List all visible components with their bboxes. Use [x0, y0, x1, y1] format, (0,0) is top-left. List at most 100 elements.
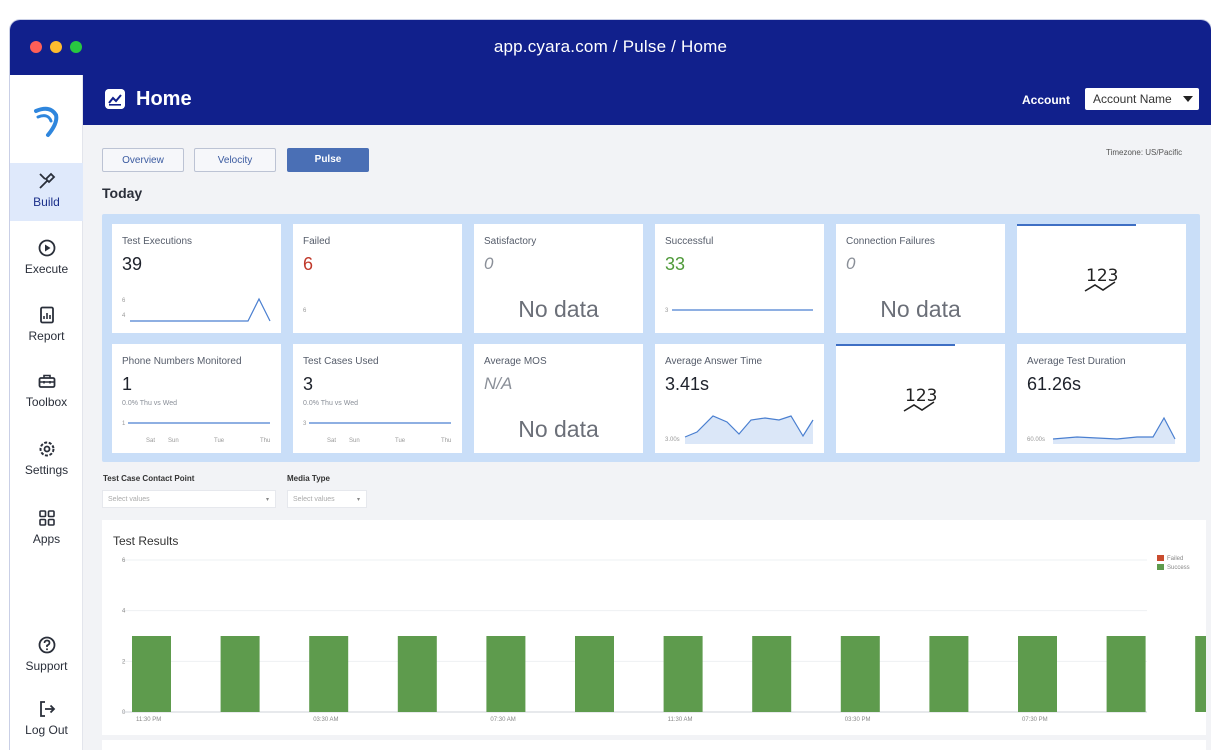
account-select-value: Account Name: [1093, 92, 1172, 106]
bar-success[interactable]: [575, 636, 614, 712]
chart-title: Test Results: [113, 534, 179, 548]
tab-overview[interactable]: Overview: [102, 148, 184, 172]
sparkline-axis-label: 3: [665, 308, 669, 314]
sidebar-item-report[interactable]: Report: [10, 297, 83, 355]
bar-success[interactable]: [752, 636, 792, 712]
card-average-test-duration[interactable]: Average Test Duration 61.26s 60.00s: [1017, 344, 1186, 453]
sidebar-item-execute[interactable]: Execute: [10, 230, 83, 288]
card-connection-failures[interactable]: Connection Failures 0 No data: [836, 224, 1005, 333]
number-chart-icon: 123: [1084, 266, 1118, 292]
filter-label: Media Type: [287, 474, 330, 483]
select-placeholder: Select values: [108, 496, 150, 503]
chevron-down-icon: [1183, 96, 1193, 102]
card-test-executions[interactable]: Test Executions 39 6 4: [112, 224, 281, 333]
bar-success[interactable]: [929, 636, 969, 712]
browser-window: app.cyara.com / Pulse / Home Build Execu…: [10, 20, 1211, 750]
sidebar-item-logout[interactable]: Log Out: [10, 691, 83, 749]
contact-point-select[interactable]: Select values ▾: [102, 490, 276, 508]
chevron-down-icon: ▾: [265, 497, 269, 503]
area-sparkline: 3.00s: [665, 415, 814, 444]
card-successful[interactable]: Successful 33 3: [655, 224, 824, 333]
card-placeholder[interactable]: 123: [836, 344, 1005, 453]
legend-label: Success: [1167, 565, 1190, 571]
sparkline: 1 Sat Sun Tue Thu: [122, 421, 270, 444]
y-tick-label: 4: [122, 609, 126, 615]
card-test-cases-used[interactable]: Test Cases Used 3 0.0% Thu vs Wed 3 Sat …: [293, 344, 462, 453]
x-tick-label: 11:30 AM: [668, 717, 693, 723]
logout-icon: [39, 701, 55, 717]
sparkline-axis-label: 1: [122, 421, 126, 427]
bar-chart-svg: 6 4 2 0 11:30 PM 03:30 AM 07:30 AM 11:30 AM 03:3…: [122, 555, 1211, 723]
select-placeholder: Select values: [293, 496, 335, 503]
card-average-answer-time[interactable]: Average Answer Time 3.41s 3.00s: [655, 344, 824, 453]
sparkline-axis-label: 60.00s: [1027, 437, 1045, 443]
card-phone-numbers[interactable]: Phone Numbers Monitored 1 0.0% Thu vs We…: [112, 344, 281, 453]
sparkline-axis-label: 4: [122, 313, 126, 319]
sidebar-item-build[interactable]: Build: [10, 163, 83, 221]
card-placeholder[interactable]: 123: [1017, 224, 1186, 333]
sparkline-day-label: Sat: [146, 438, 155, 444]
apps-grid-icon: [38, 510, 55, 526]
no-data-text: No data: [518, 296, 599, 322]
report-icon: [39, 306, 54, 324]
bar-success[interactable]: [1195, 636, 1211, 712]
sidebar-item-label: Toolbox: [25, 395, 68, 409]
bar-success[interactable]: [663, 636, 703, 712]
bar-success[interactable]: [1018, 636, 1057, 712]
card-label: Average MOS: [484, 356, 547, 367]
next-section-strip: [102, 740, 1206, 750]
bar-success[interactable]: [840, 636, 880, 712]
test-results-chart: Test Results 6 4 2 0 11:30 PM 03:30 AM 07:30 A…: [102, 520, 1211, 735]
bar-success[interactable]: [397, 636, 437, 712]
media-type-select[interactable]: Select values ▾: [287, 490, 367, 508]
sidebar-item-label: Build: [33, 195, 60, 209]
sidebar-item-support[interactable]: Support: [10, 627, 83, 685]
bar-success[interactable]: [1106, 636, 1146, 712]
card-label: Satisfactory: [484, 236, 537, 247]
bar-success[interactable]: [486, 636, 526, 712]
account-select[interactable]: Account Name: [1085, 88, 1199, 110]
tab-pulse[interactable]: Pulse: [287, 148, 369, 172]
help-icon: [38, 636, 55, 654]
chevron-down-icon: ▾: [356, 497, 360, 503]
sparkline-axis-label: 6: [122, 298, 126, 304]
bar-success[interactable]: [309, 636, 349, 712]
play-icon: [38, 239, 55, 257]
section-title: Today: [102, 185, 143, 201]
sidebar-item-settings[interactable]: Settings: [10, 431, 83, 489]
sparkline-day-label: Tue: [395, 438, 406, 444]
sidebar: Build Execute Report Toolbox Settings Ap…: [10, 75, 83, 750]
title-bar: app.cyara.com / Pulse / Home: [10, 20, 1211, 75]
url-breadcrumb: app.cyara.com / Pulse / Home: [493, 37, 728, 56]
card-satisfactory[interactable]: Satisfactory 0 No data: [474, 224, 643, 333]
sparkline: 6 4: [122, 297, 271, 322]
filter-label: Test Case Contact Point: [103, 474, 195, 483]
sparkline: 3 Sat Sun Tue Thu: [303, 421, 451, 444]
sparkline-axis-label: 6: [303, 308, 307, 314]
card-failed[interactable]: Failed 6 6: [293, 224, 462, 333]
bar-success[interactable]: [132, 636, 171, 712]
no-data-text: No data: [880, 296, 961, 322]
sparkline: 3: [665, 308, 813, 314]
sparkline-axis-label: 3.00s: [665, 437, 680, 443]
legend-swatch: [1157, 555, 1164, 561]
number-chart-icon: 123: [903, 386, 937, 412]
kpi-panel: Test Executions 39 6 4 Failed 6 6 Satisf…: [102, 214, 1200, 462]
page-title: Home: [136, 88, 192, 110]
card-average-mos[interactable]: Average MOS N/A No data: [474, 344, 643, 453]
tab-velocity[interactable]: Velocity: [194, 148, 276, 172]
sidebar-item-toolbox[interactable]: Toolbox: [10, 363, 83, 421]
x-tick-label: 03:30 PM: [845, 717, 871, 723]
sparkline-day-label: Thu: [260, 438, 270, 444]
sidebar-item-apps[interactable]: Apps: [10, 500, 83, 558]
sparkline-day-label: Sat: [327, 438, 336, 444]
cyara-logo[interactable]: [32, 99, 62, 139]
page-header: Home Account Account Name: [83, 75, 1211, 125]
toolbox-icon: [38, 374, 55, 388]
legend-label: Failed: [1167, 556, 1183, 562]
x-tick-label: 11:30 PM: [136, 717, 161, 723]
card-label: Connection Failures: [846, 236, 935, 247]
sidebar-item-label: Execute: [24, 262, 69, 276]
y-tick-label: 6: [122, 558, 126, 564]
bar-success[interactable]: [220, 636, 260, 712]
